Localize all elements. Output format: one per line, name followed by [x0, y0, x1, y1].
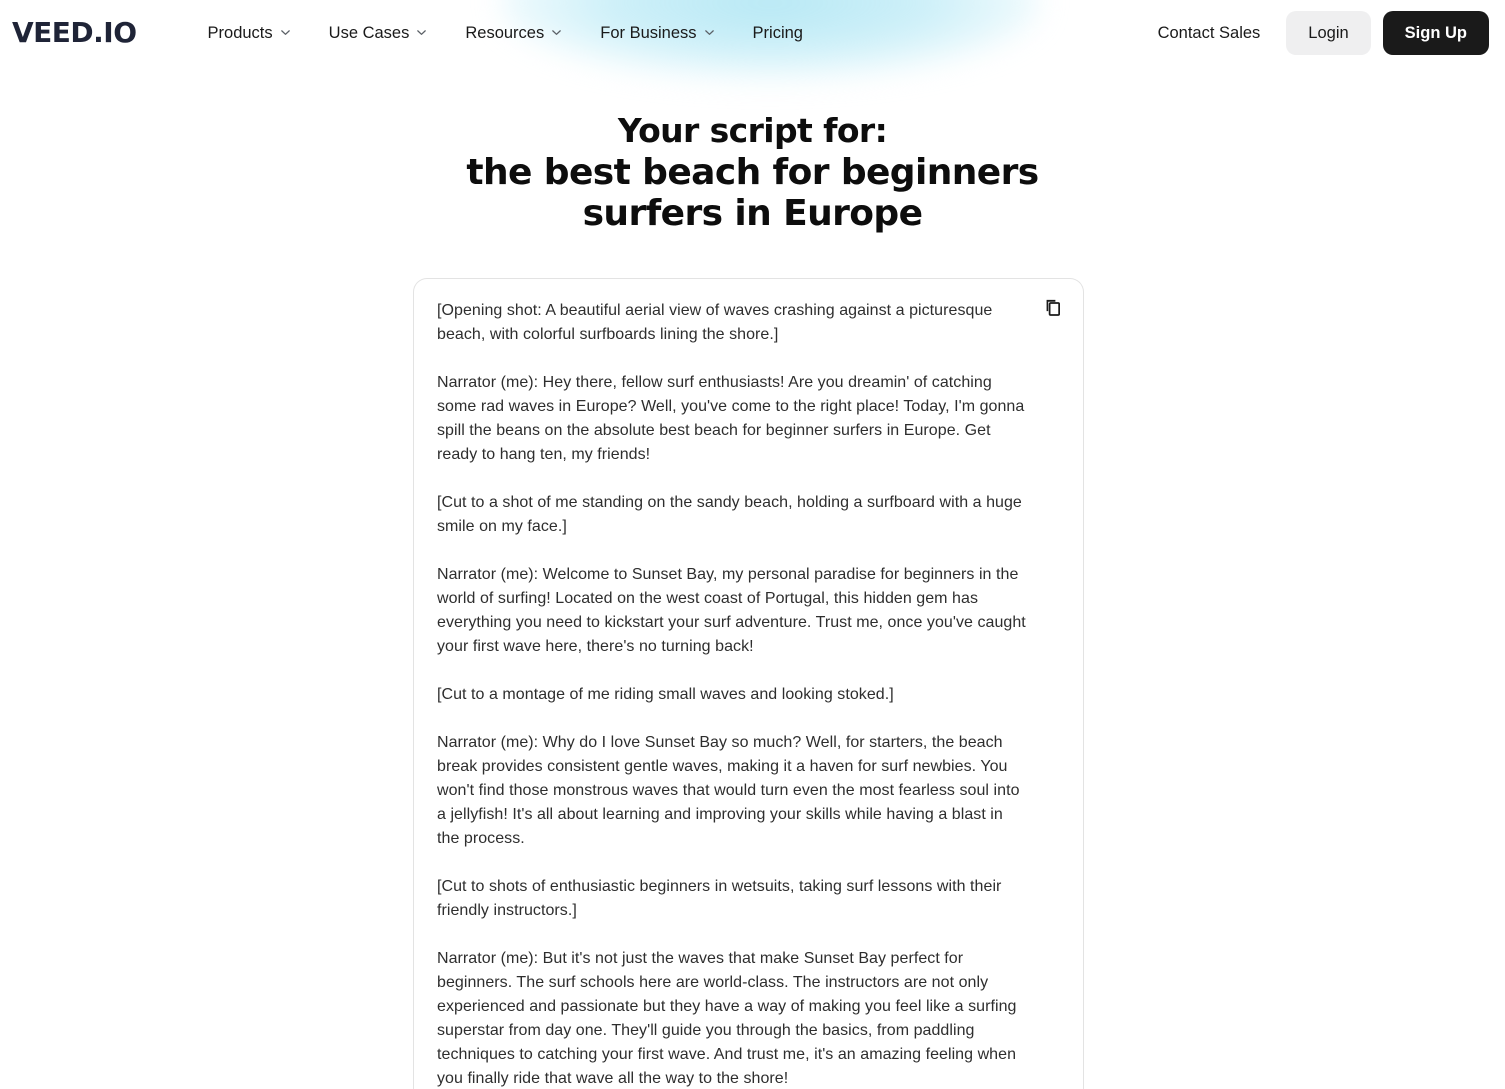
- nav-item-resources[interactable]: Resources: [446, 17, 581, 50]
- script-paragraph: Narrator (me): Hey there, fellow surf en…: [437, 374, 1025, 463]
- script-paragraph: Narrator (me): Why do I love Sunset Bay …: [437, 734, 1020, 847]
- nav-item-label: Pricing: [752, 23, 803, 42]
- nav-item-for-business[interactable]: For Business: [581, 17, 733, 50]
- page-title-eyebrow: Your script for:: [617, 111, 888, 150]
- chevron-down-icon: [704, 27, 715, 38]
- contact-sales-link[interactable]: Contact Sales: [1142, 15, 1277, 52]
- nav-item-label: Products: [207, 23, 273, 42]
- nav-actions: Contact Sales Login Sign Up: [1142, 10, 1489, 56]
- page-title: Your script for: the best beach for begi…: [0, 110, 1505, 234]
- script-paragraph: Narrator (me): Welcome to Sunset Bay, my…: [437, 566, 1026, 655]
- nav-item-use-cases[interactable]: Use Cases: [310, 17, 447, 50]
- page-root: VEED.IO Products Use Cases Resources For…: [0, 0, 1505, 1089]
- signup-button[interactable]: Sign Up: [1382, 10, 1489, 56]
- nav-item-label: For Business: [600, 23, 697, 42]
- script-paragraph: [Cut to shots of enthusiastic beginners …: [437, 878, 1002, 919]
- script-paragraph: [Opening shot: A beautiful aerial view o…: [437, 302, 993, 343]
- script-paragraph: Narrator (me): But it's not just the wav…: [437, 950, 1017, 1087]
- page-title-topic: the best beach for beginners surfers in …: [466, 152, 1039, 234]
- top-navigation-bar: VEED.IO Products Use Cases Resources For…: [0, 0, 1505, 66]
- nav-item-products[interactable]: Products: [189, 17, 310, 50]
- script-paragraph: [Cut to a shot of me standing on the san…: [437, 494, 1022, 535]
- nav-item-label: Use Cases: [328, 23, 410, 42]
- copy-script-button[interactable]: [1039, 295, 1067, 323]
- script-card: [Opening shot: A beautiful aerial view o…: [413, 278, 1084, 1089]
- script-card-inner: [Opening shot: A beautiful aerial view o…: [414, 279, 1083, 1089]
- chevron-down-icon: [551, 27, 562, 38]
- copy-icon: [1042, 297, 1064, 322]
- chevron-down-icon: [416, 27, 427, 38]
- chevron-down-icon: [280, 27, 291, 38]
- script-paragraph: [Cut to a montage of me riding small wav…: [437, 686, 894, 703]
- login-button[interactable]: Login: [1286, 10, 1371, 56]
- nav-item-pricing[interactable]: Pricing: [734, 17, 822, 50]
- nav-item-label: Resources: [465, 23, 545, 42]
- primary-nav-links: Products Use Cases Resources For Busines…: [189, 17, 822, 50]
- script-text-body: [Opening shot: A beautiful aerial view o…: [437, 299, 1059, 1089]
- veed-logo[interactable]: VEED.IO: [8, 19, 137, 47]
